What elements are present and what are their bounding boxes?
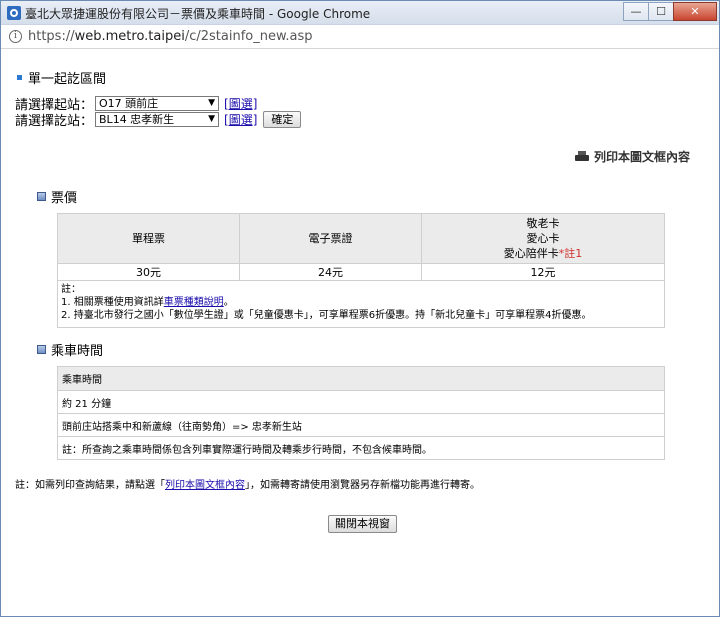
destination-value: BL14 忠孝新生 <box>99 113 175 126</box>
bottom-note-suffix: 」，如需轉寄請使用瀏覽器另存新檔功能再進行轉寄。 <box>245 480 480 491</box>
fare-value-single: 30元 <box>57 263 240 281</box>
site-favicon-icon <box>7 6 21 20</box>
ride-time-title-text: 乘車時間 <box>51 344 104 359</box>
bottom-print-link[interactable]: 列印本圖文框內容 <box>165 480 245 491</box>
maximize-button[interactable]: ☐ <box>648 2 674 21</box>
print-frame-link[interactable]: 列印本圖文框內容 <box>574 148 690 165</box>
chevron-down-icon: ▼ <box>208 114 216 124</box>
note-1-suffix: 。 <box>223 297 234 308</box>
note-2: 2. 持臺北市發行之國小「數位學生證」或「兒童優惠卡」，可享單程票6折優惠。持「… <box>61 310 592 321</box>
section-title: 單一起訖區間 <box>17 68 106 87</box>
square-bullet-icon <box>37 345 46 354</box>
fare-note-row: 註： 1. 相關票種使用資訊詳車票種類說明。 2. 持臺北市發行之國小「數位學生… <box>57 280 665 328</box>
destination-row: 請選擇訖站： BL14 忠孝新生 ▼ [圖選] 確定 <box>15 110 302 129</box>
note-1: 1. 相關票種使用資訊詳車票種類說明。 <box>61 296 661 309</box>
printer-icon <box>574 151 589 162</box>
ticket-types-link[interactable]: 車票種類說明 <box>164 297 224 308</box>
concession-line-companion: 愛心陪伴卡 <box>503 247 559 260</box>
close-window-button[interactable]: ✕ <box>673 2 717 21</box>
window-title: 臺北大眾捷運股份有限公司－票價及乘車時間 - Google Chrome <box>25 7 371 21</box>
maximize-icon: ☐ <box>656 5 666 18</box>
url-text[interactable]: https://web.metro.taipei/c/2stainfo_new.… <box>28 29 313 44</box>
close-window-page-button[interactable]: 關閉本視窗 <box>328 515 397 533</box>
url-host: web.metro.taipei <box>74 29 185 44</box>
fare-header-electronic: 電子票證 <box>239 213 422 264</box>
ride-time-table: 乘車時間 約 21 分鐘 頭前庄站搭乘中和新蘆線（往南勢角）=> 忠孝新生站 註… <box>57 366 665 460</box>
note-label: 註： <box>61 284 81 295</box>
fare-value-concession: 12元 <box>421 263 665 281</box>
square-bullet-icon <box>37 192 46 201</box>
ride-route: 頭前庄站搭乘中和新蘆線（往南勢角）=> 忠孝新生站 <box>57 413 665 437</box>
bullet-icon <box>17 75 22 80</box>
concession-line-disability: 愛心卡 <box>526 232 560 245</box>
destination-select[interactable]: BL14 忠孝新生 ▼ <box>95 112 220 127</box>
minimize-icon: — <box>630 5 642 18</box>
destination-map-link[interactable]: [圖選] <box>224 111 257 128</box>
window-controls: — ☐ ✕ <box>623 2 717 21</box>
fare-table: 單程票 電子票證 敬老卡 愛心卡 愛心陪伴卡*註1 30元 24元 12元 註：… <box>57 213 665 328</box>
fare-title-text: 票價 <box>51 191 78 206</box>
concession-line-senior: 敬老卡 <box>526 217 560 230</box>
ride-duration: 約 21 分鐘 <box>57 390 665 414</box>
url-path: /c/2stainfo_new.asp <box>184 29 313 44</box>
address-bar[interactable]: i https://web.metro.taipei/c/2stainfo_ne… <box>1 25 719 49</box>
bottom-note-prefix: 註：如需列印查詢結果，請點選「 <box>15 480 165 491</box>
fare-header-concession: 敬老卡 愛心卡 愛心陪伴卡*註1 <box>421 213 665 264</box>
ride-header: 乘車時間 <box>57 366 665 391</box>
fare-title: 票價 <box>37 187 77 206</box>
title-bar: 臺北大眾捷運股份有限公司－票價及乘車時間 - Google Chrome — ☐… <box>1 1 719 25</box>
confirm-button[interactable]: 確定 <box>263 111 302 128</box>
table-row: 頭前庄站搭乘中和新蘆線（往南勢角）=> 忠孝新生站 <box>57 413 665 437</box>
minimize-button[interactable]: — <box>623 2 649 21</box>
destination-label: 請選擇訖站： <box>15 114 94 129</box>
section-title-text: 單一起訖區間 <box>28 72 107 87</box>
fare-header-single: 單程票 <box>57 213 240 264</box>
info-icon[interactable]: i <box>9 30 22 43</box>
close-icon: ✕ <box>690 5 700 18</box>
fare-value-row: 30元 24元 12元 <box>57 263 665 281</box>
bottom-note: 註：如需列印查詢結果，請點選「列印本圖文框內容」，如需轉寄請使用瀏覽器另存新檔功… <box>15 476 480 491</box>
note-1-mark: *註1 <box>558 247 583 260</box>
url-scheme: https:// <box>28 29 75 44</box>
ride-time-title: 乘車時間 <box>37 340 103 359</box>
ride-header-row: 乘車時間 <box>57 366 665 391</box>
origin-value: O17 頭前庄 <box>99 97 159 110</box>
fare-header-row: 單程票 電子票證 敬老卡 愛心卡 愛心陪伴卡*註1 <box>57 213 665 264</box>
ride-note: 註：所查詢之乘車時間係包含列車實際運行時間及轉乘步行時間，不包含候車時間。 <box>57 436 665 460</box>
fare-notes: 註： 1. 相關票種使用資訊詳車票種類說明。 2. 持臺北市發行之國小「數位學生… <box>57 280 665 328</box>
table-row: 註：所查詢之乘車時間係包含列車實際運行時間及轉乘步行時間，不包含候車時間。 <box>57 436 665 460</box>
origin-select[interactable]: O17 頭前庄 ▼ <box>95 96 220 111</box>
chevron-down-icon: ▼ <box>208 98 216 108</box>
table-row: 約 21 分鐘 <box>57 390 665 414</box>
page-content: 單一起訖區間 請選擇起站： O17 頭前庄 ▼ [圖選] 請選擇訖站： BL14… <box>1 50 719 616</box>
browser-window: 臺北大眾捷運股份有限公司－票價及乘車時間 - Google Chrome — ☐… <box>0 0 720 617</box>
note-1-text: 1. 相關票種使用資訊詳 <box>61 297 164 308</box>
fare-value-electronic: 24元 <box>239 263 422 281</box>
print-label: 列印本圖文框內容 <box>593 150 690 164</box>
